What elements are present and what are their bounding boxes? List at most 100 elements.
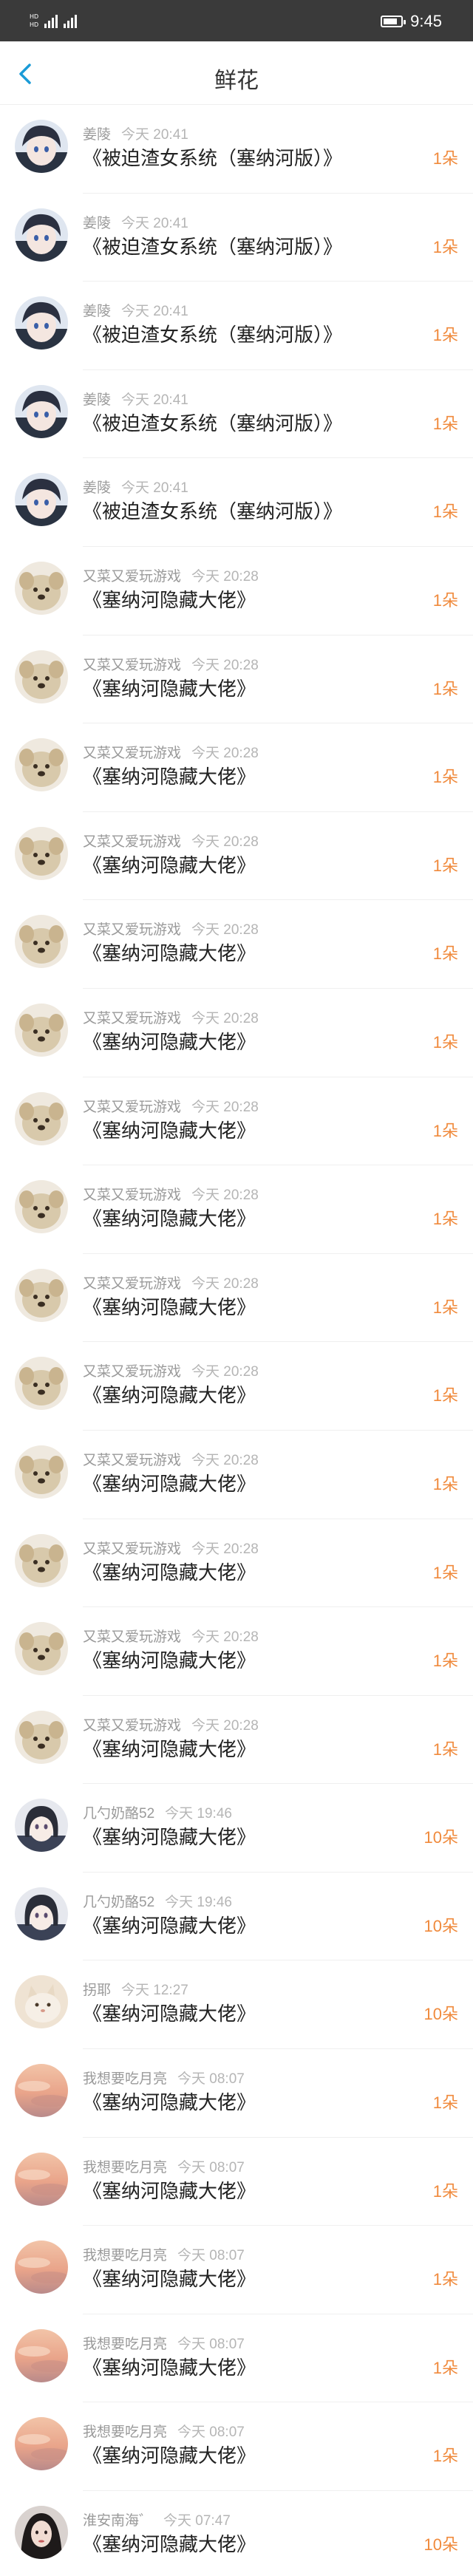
avatar[interactable] [15,2241,68,2294]
user-name[interactable]: 姜陵 [83,216,111,231]
avatar[interactable] [15,826,68,880]
user-name[interactable]: 又菜又爱玩游戏 [83,1364,181,1380]
user-name[interactable]: 我想要吃月亮 [83,2071,167,2087]
user-name[interactable]: 又菜又爱玩游戏 [83,1011,181,1026]
list-item[interactable]: 又菜又爱玩游戏 今天 20:28 《塞纳河隐藏大佬》 1朵 [0,723,473,812]
list-item[interactable]: 淮安南海゛ 今天 07:47 《塞纳河隐藏大佬》 10朵 [0,2491,473,2576]
list-item[interactable]: 又菜又爱玩游戏 今天 20:28 《塞纳河隐藏大佬》 1朵 [0,547,473,636]
avatar[interactable] [15,1975,68,2029]
avatar[interactable] [15,738,68,792]
list-item[interactable]: 拐耶 今天 12:27 《塞纳河隐藏大佬》 10朵 [0,1960,473,2049]
user-name[interactable]: 又菜又爱玩游戏 [83,922,181,938]
book-title[interactable]: 《被迫渣女系统（塞纳河版）》 [83,320,342,347]
book-title[interactable]: 《塞纳河隐藏大佬》 [83,1999,256,2026]
user-name[interactable]: 又菜又爱玩游戏 [83,1541,181,1557]
user-name[interactable]: 姜陵 [83,480,111,496]
avatar[interactable] [15,1357,68,1411]
book-title[interactable]: 《被迫渣女系统（塞纳河版）》 [83,143,342,171]
user-name[interactable]: 又菜又爱玩游戏 [83,746,181,761]
book-title[interactable]: 《被迫渣女系统（塞纳河版）》 [83,497,342,524]
avatar[interactable] [15,473,68,527]
list-item[interactable]: 又菜又爱玩游戏 今天 20:28 《塞纳河隐藏大佬》 1朵 [0,1077,473,1166]
list-item[interactable]: 姜陵 今天 20:41 《被迫渣女系统（塞纳河版）》 1朵 [0,282,473,370]
list-item[interactable]: 又菜又爱玩游戏 今天 20:28 《塞纳河隐藏大佬》 1朵 [0,1254,473,1343]
avatar[interactable] [15,1268,68,1322]
user-name[interactable]: 我想要吃月亮 [83,2248,167,2263]
user-name[interactable]: 几勺奶酪52 [83,1806,154,1822]
list-item[interactable]: 又菜又爱玩游戏 今天 20:28 《塞纳河隐藏大佬》 1朵 [0,900,473,989]
user-name[interactable]: 又菜又爱玩游戏 [83,658,181,673]
avatar[interactable] [15,384,68,438]
book-title[interactable]: 《塞纳河隐藏大佬》 [83,2176,256,2204]
avatar[interactable] [15,208,68,262]
avatar[interactable] [15,2064,68,2118]
avatar[interactable] [15,1003,68,1057]
list-item[interactable]: 姜陵 今天 20:41 《被迫渣女系统（塞纳河版）》 1朵 [0,105,473,194]
book-title[interactable]: 《塞纳河隐藏大佬》 [83,2441,256,2468]
list-item[interactable]: 几勺奶酪52 今天 19:46 《塞纳河隐藏大佬》 10朵 [0,1873,473,1961]
avatar[interactable] [15,120,68,173]
avatar[interactable] [15,561,68,615]
avatar[interactable] [15,1445,68,1499]
book-title[interactable]: 《被迫渣女系统（塞纳河版）》 [83,232,342,259]
list-item[interactable]: 几勺奶酪52 今天 19:46 《塞纳河隐藏大佬》 10朵 [0,1784,473,1873]
book-title[interactable]: 《塞纳河隐藏大佬》 [83,1204,256,1231]
book-title[interactable]: 《塞纳河隐藏大佬》 [83,1116,256,1143]
list-item[interactable]: 我想要吃月亮 今天 08:07 《塞纳河隐藏大佬》 1朵 [0,2226,473,2314]
user-name[interactable]: 又菜又爱玩游戏 [83,1188,181,1203]
user-name[interactable]: 拐耶 [83,1983,111,1998]
user-name[interactable]: 又菜又爱玩游戏 [83,1100,181,1115]
book-title[interactable]: 《塞纳河隐藏大佬》 [83,2264,256,2292]
book-title[interactable]: 《塞纳河隐藏大佬》 [83,851,256,878]
list-item[interactable]: 又菜又爱玩游戏 今天 20:28 《塞纳河隐藏大佬》 1朵 [0,1607,473,1696]
user-name[interactable]: 又菜又爱玩游戏 [83,1718,181,1734]
user-name[interactable]: 淮安南海゛ [83,2513,153,2529]
list-item[interactable]: 又菜又爱玩游戏 今天 20:28 《塞纳河隐藏大佬》 1朵 [0,1431,473,1519]
user-name[interactable]: 姜陵 [83,392,111,408]
user-name[interactable]: 又菜又爱玩游戏 [83,1629,181,1645]
list-item[interactable]: 姜陵 今天 20:41 《被迫渣女系统（塞纳河版）》 1朵 [0,370,473,459]
book-title[interactable]: 《塞纳河隐藏大佬》 [83,762,256,789]
avatar[interactable] [15,1180,68,1234]
list-item[interactable]: 又菜又爱玩游戏 今天 20:28 《塞纳河隐藏大佬》 1朵 [0,1696,473,1785]
avatar[interactable] [15,1799,68,1853]
book-title[interactable]: 《塞纳河隐藏大佬》 [83,1469,256,1496]
list-item[interactable]: 我想要吃月亮 今天 08:07 《塞纳河隐藏大佬》 1朵 [0,2049,473,2138]
book-title[interactable]: 《塞纳河隐藏大佬》 [83,1734,256,1762]
list-item[interactable]: 姜陵 今天 20:41 《被迫渣女系统（塞纳河版）》 1朵 [0,458,473,547]
user-name[interactable]: 我想要吃月亮 [83,2425,167,2440]
book-title[interactable]: 《塞纳河隐藏大佬》 [83,1292,256,1320]
book-title[interactable]: 《塞纳河隐藏大佬》 [83,1911,256,1938]
user-name[interactable]: 又菜又爱玩游戏 [83,834,181,850]
avatar[interactable] [15,1710,68,1764]
avatar[interactable] [15,1533,68,1587]
user-name[interactable]: 姜陵 [83,304,111,319]
avatar[interactable] [15,1622,68,1676]
avatar[interactable] [15,2328,68,2382]
avatar[interactable] [15,2417,68,2471]
book-title[interactable]: 《被迫渣女系统（塞纳河版）》 [83,409,342,436]
book-title[interactable]: 《塞纳河隐藏大佬》 [83,1027,256,1054]
list-item[interactable]: 我想要吃月亮 今天 08:07 《塞纳河隐藏大佬》 1朵 [0,2402,473,2491]
user-name[interactable]: 又菜又爱玩游戏 [83,1453,181,1468]
list-item[interactable]: 又菜又爱玩游戏 今天 20:28 《塞纳河隐藏大佬》 1朵 [0,812,473,901]
avatar[interactable] [15,296,68,350]
user-name[interactable]: 姜陵 [83,127,111,143]
avatar[interactable] [15,650,68,703]
avatar[interactable] [15,1887,68,1940]
book-title[interactable]: 《塞纳河隐藏大佬》 [83,1646,256,1673]
user-name[interactable]: 我想要吃月亮 [83,2337,167,2352]
book-title[interactable]: 《塞纳河隐藏大佬》 [83,585,256,613]
book-title[interactable]: 《塞纳河隐藏大佬》 [83,674,256,701]
user-name[interactable]: 又菜又爱玩游戏 [83,569,181,585]
book-title[interactable]: 《塞纳河隐藏大佬》 [83,1380,256,1408]
list-item[interactable]: 我想要吃月亮 今天 08:07 《塞纳河隐藏大佬》 1朵 [0,2314,473,2403]
avatar[interactable] [15,915,68,969]
book-title[interactable]: 《塞纳河隐藏大佬》 [83,1558,256,1585]
user-name[interactable]: 我想要吃月亮 [83,2160,167,2175]
list-item[interactable]: 又菜又爱玩游戏 今天 20:28 《塞纳河隐藏大佬》 1朵 [0,989,473,1077]
book-title[interactable]: 《塞纳河隐藏大佬》 [83,2353,256,2380]
list-item[interactable]: 我想要吃月亮 今天 08:07 《塞纳河隐藏大佬》 1朵 [0,2138,473,2226]
book-title[interactable]: 《塞纳河隐藏大佬》 [83,2529,256,2557]
list-item[interactable]: 又菜又爱玩游戏 今天 20:28 《塞纳河隐藏大佬》 1朵 [0,636,473,724]
